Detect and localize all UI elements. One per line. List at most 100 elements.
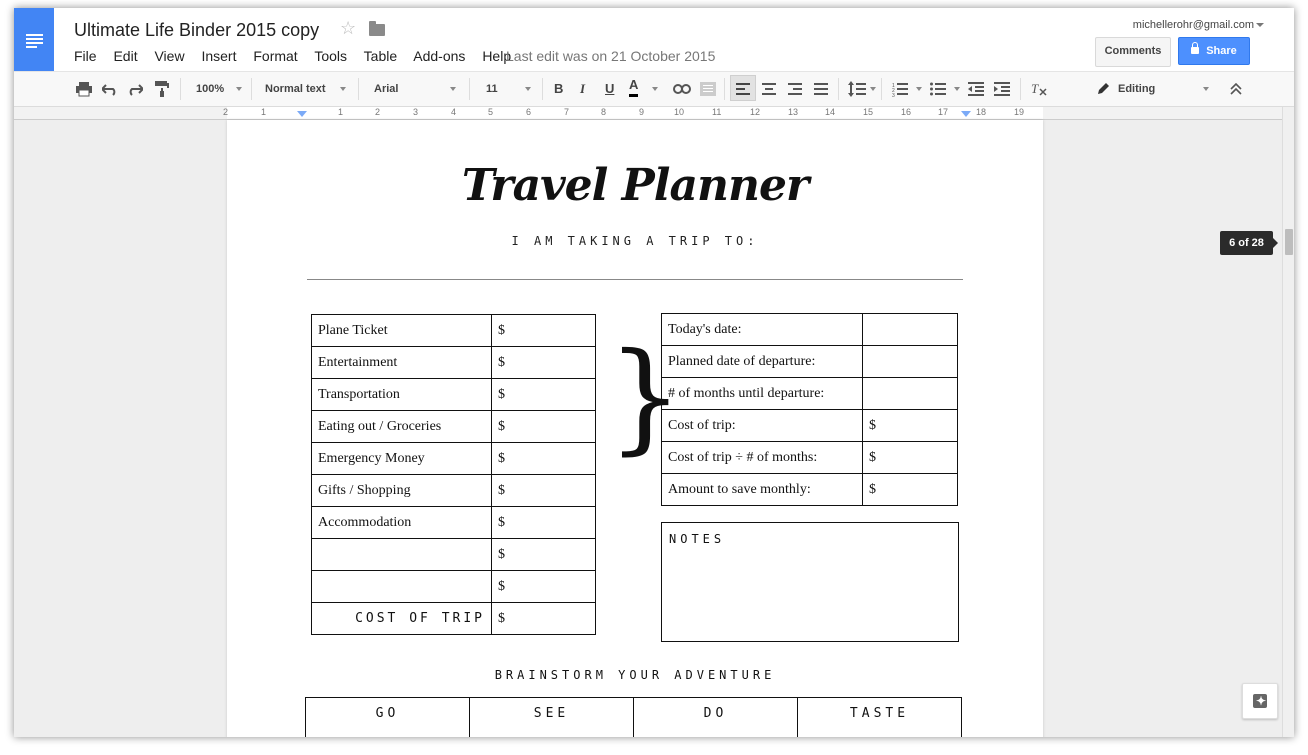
brainstorm-see[interactable]: SEE xyxy=(469,697,634,737)
zoom-select[interactable]: 100% xyxy=(196,72,224,106)
underline-button[interactable]: U xyxy=(605,72,614,106)
share-button[interactable]: Share xyxy=(1178,37,1250,65)
cost-value[interactable]: $ xyxy=(491,442,596,475)
brainstorm-do[interactable]: DO xyxy=(633,697,798,737)
share-label: Share xyxy=(1206,45,1237,57)
plan-label[interactable]: Amount to save monthly: xyxy=(661,473,863,506)
cost-value[interactable]: $ xyxy=(491,538,596,571)
plan-value[interactable] xyxy=(862,345,958,378)
plan-label[interactable]: # of months until departure: xyxy=(661,377,863,410)
menu-add-ons[interactable]: Add-ons xyxy=(413,48,465,64)
cost-label[interactable]: Entertainment xyxy=(311,346,492,379)
plan-label[interactable]: Today's date: xyxy=(661,313,863,346)
star-icon[interactable]: ☆ xyxy=(340,18,356,39)
cost-label[interactable]: Gifts / Shopping xyxy=(311,474,492,507)
table-row: Transportation $ xyxy=(311,378,596,411)
explore-button[interactable]: ✦ xyxy=(1242,683,1278,719)
menu-insert[interactable]: Insert xyxy=(201,48,236,64)
ruler-label: 8 xyxy=(601,107,607,117)
vertical-scrollbar[interactable] xyxy=(1282,107,1294,737)
ruler-label: 12 xyxy=(750,107,761,117)
plan-label[interactable]: Cost of trip: xyxy=(661,409,863,442)
editing-mode-select[interactable]: Editing xyxy=(1118,72,1155,106)
bold-button[interactable]: B xyxy=(554,72,563,106)
notes-label: NOTES xyxy=(669,532,726,546)
ruler-label: 11 xyxy=(712,107,722,117)
ruler-label: 6 xyxy=(526,107,532,117)
planning-table[interactable]: Today's date: Planned date of departure:… xyxy=(661,313,958,506)
menu-table[interactable]: Table xyxy=(364,48,397,64)
cost-total-label[interactable]: COST OF TRIP xyxy=(311,602,492,635)
ruler[interactable]: 2 1 1 2 3 4 5 6 7 8 9 10 11 12 13 14 15 … xyxy=(14,107,1282,120)
lock-icon xyxy=(1191,42,1200,54)
last-edit-link[interactable]: Last edit was on 21 October 2015 xyxy=(506,48,715,64)
document-page[interactable]: Travel Planner I AM TAKING A TRIP TO: Pl… xyxy=(227,120,1043,737)
cost-value[interactable]: $ xyxy=(491,474,596,507)
font-select[interactable]: Arial xyxy=(374,72,398,106)
brainstorm-taste[interactable]: TASTE xyxy=(797,697,962,737)
comments-button[interactable]: Comments xyxy=(1095,37,1171,67)
account-caret-icon[interactable] xyxy=(1256,23,1264,27)
cost-value[interactable]: $ xyxy=(491,346,596,379)
scrollbar-thumb[interactable] xyxy=(1285,229,1293,255)
plan-value[interactable]: $ xyxy=(862,409,958,442)
menu-file[interactable]: File xyxy=(74,48,97,64)
right-indent-marker-icon[interactable] xyxy=(961,111,971,117)
italic-button[interactable]: I xyxy=(580,72,585,106)
cost-label[interactable] xyxy=(311,570,492,603)
ruler-label: 5 xyxy=(488,107,494,117)
menu-tools[interactable]: Tools xyxy=(314,48,347,64)
ruler-label: 17 xyxy=(938,107,949,117)
destination-line xyxy=(307,279,963,280)
menu-view[interactable]: View xyxy=(154,48,184,64)
left-indent-marker-icon[interactable] xyxy=(297,111,307,117)
notes-box[interactable]: NOTES xyxy=(661,522,959,642)
cost-value[interactable]: $ xyxy=(491,506,596,539)
text-color-button[interactable]: A xyxy=(629,72,639,97)
cost-label[interactable]: Plane Ticket xyxy=(311,314,492,347)
table-row: $ xyxy=(311,538,596,571)
docs-home-icon[interactable] xyxy=(14,8,54,71)
cost-table[interactable]: Plane Ticket $ Entertainment $ Transportat… xyxy=(311,314,596,635)
app-header: Ultimate Life Binder 2015 copy ☆ File Ed… xyxy=(14,8,1294,71)
folder-icon[interactable] xyxy=(369,21,385,36)
font-size-select[interactable]: 11 xyxy=(486,72,498,106)
cost-total-value[interactable]: $ xyxy=(491,602,596,635)
ruler-label: 16 xyxy=(901,107,912,117)
ruler-label: 1 xyxy=(261,107,267,117)
table-row: Planned date of departure: xyxy=(661,345,958,378)
cost-value[interactable]: $ xyxy=(491,378,596,411)
plan-value[interactable]: $ xyxy=(862,473,958,506)
plan-value[interactable] xyxy=(862,377,958,410)
menu-edit[interactable]: Edit xyxy=(113,48,137,64)
account-email[interactable]: michellerohr@gmail.com xyxy=(1133,19,1254,31)
ruler-label: 13 xyxy=(788,107,799,117)
cost-label[interactable] xyxy=(311,538,492,571)
plan-label[interactable]: Planned date of departure: xyxy=(661,345,863,378)
plan-label[interactable]: Cost of trip ÷ # of months: xyxy=(661,441,863,474)
cost-label[interactable]: Accommodation xyxy=(311,506,492,539)
table-row: GO SEE DO TASTE xyxy=(305,697,962,737)
ruler-label: 10 xyxy=(674,107,685,117)
table-row: # of months until departure: xyxy=(661,377,958,410)
cost-label[interactable]: Emergency Money xyxy=(311,442,492,475)
cost-label[interactable]: Eating out / Groceries xyxy=(311,410,492,443)
cost-label[interactable]: Transportation xyxy=(311,378,492,411)
cost-value[interactable]: $ xyxy=(491,314,596,347)
plan-value[interactable]: $ xyxy=(862,441,958,474)
plan-value[interactable] xyxy=(862,313,958,346)
cost-value[interactable]: $ xyxy=(491,410,596,443)
table-row: Cost of trip ÷ # of months: $ xyxy=(661,441,958,474)
brainstorm-table[interactable]: GO SEE DO TASTE xyxy=(305,697,962,737)
cost-value[interactable]: $ xyxy=(491,570,596,603)
table-row: Accommodation $ xyxy=(311,506,596,539)
menu-format[interactable]: Format xyxy=(253,48,297,64)
ruler-label: 4 xyxy=(451,107,457,117)
table-row: Entertainment $ xyxy=(311,346,596,379)
ruler-label: 14 xyxy=(825,107,836,117)
brainstorm-go[interactable]: GO xyxy=(305,697,470,737)
table-row: Cost of trip: $ xyxy=(661,409,958,442)
style-select[interactable]: Normal text xyxy=(265,72,326,106)
document-title[interactable]: Ultimate Life Binder 2015 copy xyxy=(74,20,319,41)
ruler-label: 18 xyxy=(976,107,987,117)
